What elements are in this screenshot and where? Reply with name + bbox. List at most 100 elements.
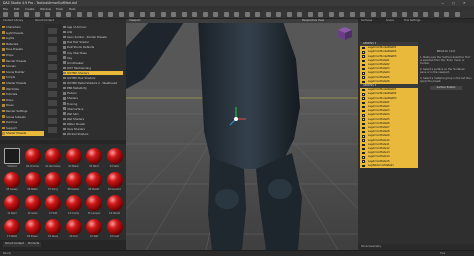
visibility-checkbox[interactable] xyxy=(362,143,365,147)
folder-icon[interactable] xyxy=(48,91,57,97)
visibility-checkbox[interactable] xyxy=(362,160,365,163)
visibility-checkbox[interactable] xyxy=(362,97,365,100)
toolbar-button[interactable] xyxy=(192,12,197,17)
preset-thumbnail[interactable]: 20 Dull xyxy=(65,218,83,240)
tree-item[interactable]: Scenes xyxy=(2,64,44,69)
visibility-checkbox[interactable] xyxy=(362,72,365,75)
toolbar-button[interactable] xyxy=(286,12,292,17)
list-item[interactable]: Omnifreaker xyxy=(63,61,123,66)
list-item[interactable]: PBR Metallicity xyxy=(63,86,123,91)
toolbar-button[interactable] xyxy=(423,12,428,17)
visibility-checkbox[interactable] xyxy=(362,109,365,113)
tree-item[interactable]: Scene Subsets xyxy=(2,115,44,120)
visibility-checkbox[interactable] xyxy=(362,59,365,63)
toolbar-button[interactable] xyxy=(339,12,344,17)
visibility-checkbox[interactable] xyxy=(362,151,365,155)
toolbar-button[interactable] xyxy=(402,12,407,17)
tree-item[interactable]: Wardrobe xyxy=(2,87,44,92)
tree-item[interactable]: Characters xyxy=(2,25,44,30)
minimize-button[interactable]: — xyxy=(441,1,444,5)
preset-thumbnail[interactable]: 08 Rubber xyxy=(65,171,83,193)
toolbar-button[interactable] xyxy=(129,12,134,17)
tab-tool-settings[interactable]: Tool Settings xyxy=(404,19,421,22)
toolbar-button[interactable] xyxy=(255,12,260,17)
tree-item[interactable]: Props xyxy=(2,53,44,58)
surface-toolbox-button[interactable]: Surface Toolbox xyxy=(430,86,462,90)
toolbar-button[interactable] xyxy=(24,12,29,17)
folder-icon[interactable] xyxy=(48,82,57,88)
visibility-checkbox[interactable] xyxy=(362,51,365,54)
tree-item[interactable]: Support xyxy=(2,126,44,131)
toolbar-button[interactable] xyxy=(297,12,302,17)
visibility-checkbox[interactable] xyxy=(362,139,365,142)
preset-thumbnail[interactable]: 07 Shiny xyxy=(44,171,62,193)
toolbar-button[interactable] xyxy=(234,12,239,17)
tab-scene[interactable]: Scene xyxy=(386,19,394,22)
visibility-checkbox[interactable] xyxy=(362,105,365,109)
list-item[interactable]: Water Shader xyxy=(63,122,123,127)
list-item[interactable]: Wet Skin xyxy=(63,112,123,117)
toolbar-button[interactable] xyxy=(55,12,61,17)
visibility-checkbox[interactable] xyxy=(362,122,365,126)
list-item[interactable]: DAZ Studio Defaults xyxy=(63,45,123,50)
visibility-checkbox[interactable] xyxy=(362,135,365,138)
tab-surfaces[interactable]: Surfaces xyxy=(361,19,372,22)
list-item[interactable]: OOTMD Hair Shaders xyxy=(63,76,123,81)
folder-icon[interactable] xyxy=(48,64,57,70)
folder-icon[interactable] xyxy=(48,109,57,115)
toolbar-button[interactable] xyxy=(139,12,145,17)
tab-products[interactable]: Products xyxy=(26,242,42,247)
list-item[interactable]: OOTMD Shaders xyxy=(63,70,123,76)
tab-content-library[interactable]: Content Library xyxy=(3,19,23,22)
toolbar-button[interactable] xyxy=(328,12,334,17)
preset-thumbnail[interactable]: 13 Soft xyxy=(44,194,62,216)
toolbar-button[interactable] xyxy=(76,12,82,17)
camera-selector[interactable]: Perspective View xyxy=(302,19,324,22)
folder-icon[interactable] xyxy=(48,100,57,106)
tree-item[interactable]: Props xyxy=(2,98,44,103)
viewport-tab[interactable]: Viewport xyxy=(129,19,140,22)
preset-thumbnail[interactable]: 17 Metal xyxy=(3,218,21,240)
toolbar-button[interactable] xyxy=(34,12,40,17)
toolbar-button[interactable] xyxy=(360,12,365,17)
preset-thumbnail[interactable]: 12 Gloss xyxy=(24,194,42,216)
folder-icon[interactable] xyxy=(48,46,57,52)
toolbar-button[interactable] xyxy=(391,12,397,17)
toolbar-button[interactable] xyxy=(118,12,124,17)
list-item[interactable]: Voss Shaders xyxy=(63,127,123,132)
toolbar-button[interactable] xyxy=(45,12,50,17)
toolbar-button[interactable] xyxy=(66,12,71,17)
list-item[interactable]: OOT Hairblending xyxy=(63,66,123,71)
folder-icon[interactable] xyxy=(48,55,57,61)
preset-thumbnail[interactable]: 03 Paint xyxy=(85,147,103,169)
tree-item[interactable]: Render Presets xyxy=(2,59,44,64)
toolbar-button[interactable] xyxy=(202,12,208,17)
toolbar-button[interactable] xyxy=(108,12,113,17)
toolbar-button[interactable] xyxy=(370,12,376,17)
toolbar-button[interactable] xyxy=(349,12,355,17)
toolbar-button[interactable] xyxy=(307,12,313,17)
scene-node[interactable]: LegTabArmorPlate01 xyxy=(360,163,418,168)
preset-thumbnail[interactable]: 16 Velvet xyxy=(106,194,124,216)
visibility-checkbox[interactable] xyxy=(362,93,365,96)
list-item[interactable]: Tooning xyxy=(63,102,123,107)
preset-thumbnail[interactable]: !Default xyxy=(3,147,21,169)
list-item[interactable]: Daz Hair Shader xyxy=(63,40,123,45)
preset-thumbnail[interactable]: 05 Glossy xyxy=(3,171,21,193)
tree-item[interactable]: Pose Presets xyxy=(2,47,44,52)
visibility-checkbox[interactable] xyxy=(362,156,365,159)
list-item[interactable]: Wet Shaders xyxy=(63,117,123,122)
preset-thumbnail[interactable]: 00 Chrome xyxy=(24,147,42,169)
toolbar-button[interactable] xyxy=(265,12,271,17)
tips-button[interactable]: Tips xyxy=(440,252,445,255)
visibility-checkbox[interactable] xyxy=(362,130,365,134)
view-cube-icon[interactable] xyxy=(338,27,352,40)
visibility-checkbox[interactable] xyxy=(362,118,365,121)
toolbar-button[interactable] xyxy=(181,12,187,17)
tree-item[interactable]: Tutorials xyxy=(2,92,44,97)
visibility-checkbox[interactable] xyxy=(362,80,365,84)
visibility-checkbox[interactable] xyxy=(362,46,365,50)
preset-thumbnail[interactable]: 21 Wet xyxy=(85,218,103,240)
list-item[interactable]: Arki xyxy=(63,30,123,35)
preset-thumbnail[interactable]: 02 Metal xyxy=(65,147,83,169)
